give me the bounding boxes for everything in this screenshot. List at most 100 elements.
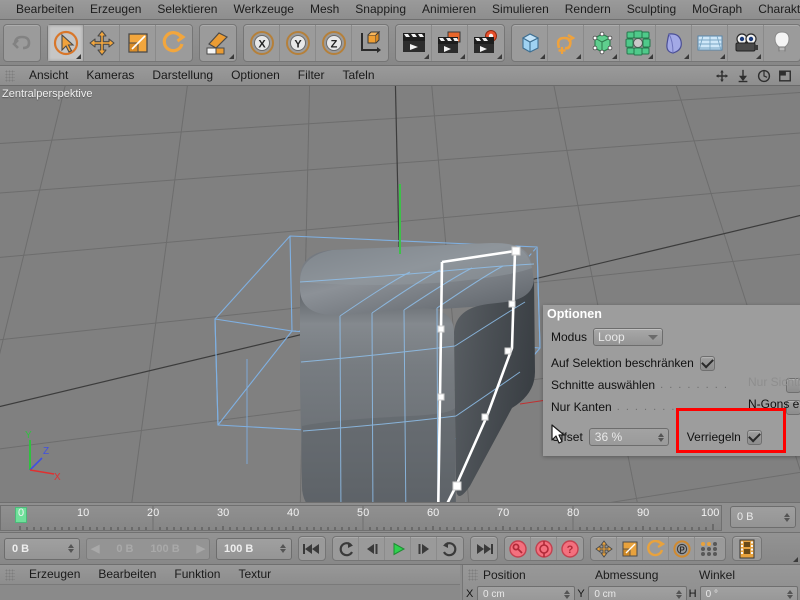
- end-frame-field[interactable]: 100 B: [216, 537, 292, 560]
- autokey-icon[interactable]: [531, 537, 557, 560]
- maximize-viewport-icon[interactable]: [778, 69, 792, 83]
- material-menu-grip-icon[interactable]: [5, 568, 15, 581]
- coord-input-size-y[interactable]: 0 cm: [588, 586, 687, 600]
- verriegeln-checkbox[interactable]: [746, 429, 762, 445]
- preview-range-field[interactable]: ◀ 0 B 100 B ▶: [86, 537, 210, 560]
- material-menu-bearbeiten[interactable]: Bearbeiten: [89, 565, 165, 584]
- step-back-icon[interactable]: [359, 537, 385, 560]
- material-menu-textur[interactable]: Textur: [229, 565, 280, 584]
- axis-z-lock-icon[interactable]: Z: [316, 24, 352, 61]
- pan-icon[interactable]: [715, 69, 729, 83]
- timeline-ruler[interactable]: 0 10 20 30 40 50 60 70 80 90 100: [0, 505, 722, 531]
- timeline-ruler-bar: 0 10 20 30 40 50 60 70 80 90 100: [0, 502, 800, 532]
- timeline-ticks: [19, 506, 714, 530]
- spline-icon[interactable]: [548, 24, 584, 61]
- go-to-end-icon[interactable]: [471, 537, 497, 560]
- timeline-current-frame-field[interactable]: 0 B: [730, 506, 796, 528]
- world-object-axis-icon[interactable]: [352, 25, 388, 61]
- viewport-menu-tafeln[interactable]: Tafeln: [333, 66, 383, 85]
- coord-stepper-angle-h[interactable]: [786, 589, 795, 599]
- toolbar-group-undo: [3, 23, 41, 62]
- viewport-menu-ansicht[interactable]: Ansicht: [20, 66, 77, 85]
- previous-key-icon[interactable]: [333, 537, 359, 560]
- modus-label: Modus: [551, 330, 588, 344]
- material-menu-funktion[interactable]: Funktion: [165, 565, 229, 584]
- coord-label-y: Y: [577, 588, 585, 600]
- range-start-value: 0 B: [116, 542, 134, 555]
- end-frame-stepper[interactable]: [280, 544, 288, 553]
- key-rotation-icon[interactable]: [643, 537, 669, 560]
- menu-item-sculpting[interactable]: Sculpting: [619, 0, 684, 19]
- offset-input[interactable]: 36 %: [588, 428, 669, 446]
- axis-x-lock-icon[interactable]: X: [244, 24, 280, 61]
- floor-environment-icon[interactable]: [692, 24, 728, 61]
- play-icon[interactable]: [385, 537, 411, 560]
- next-key-icon[interactable]: [437, 537, 463, 560]
- menu-item-selektieren[interactable]: Selektieren: [149, 0, 225, 19]
- key-position-icon[interactable]: [591, 537, 617, 560]
- range-left-arrow-icon[interactable]: ◀: [91, 542, 99, 555]
- rotate-icon[interactable]: [156, 25, 192, 61]
- menu-item-mograph[interactable]: MoGraph: [684, 0, 750, 19]
- auf-selektion-checkbox[interactable]: [699, 355, 715, 371]
- render-settings-icon[interactable]: [468, 25, 504, 61]
- array-icon[interactable]: [620, 24, 656, 61]
- svg-text:Z: Z: [330, 38, 337, 50]
- coordinates-grip-icon[interactable]: [468, 569, 478, 581]
- viewport-menu-darstellung[interactable]: Darstellung: [143, 66, 222, 85]
- material-manager-area[interactable]: [0, 585, 460, 600]
- coord-input-angle-h[interactable]: 0 °: [699, 586, 798, 600]
- keyframe-help-icon[interactable]: ?: [557, 537, 583, 560]
- nurbs-icon[interactable]: [584, 24, 620, 61]
- dolly-icon[interactable]: [736, 69, 750, 83]
- modus-dropdown[interactable]: Loop: [593, 328, 664, 346]
- key-dots-icon[interactable]: [695, 537, 725, 560]
- deformer-icon[interactable]: [656, 24, 692, 61]
- light-icon[interactable]: [764, 25, 800, 61]
- coord-stepper-size-y[interactable]: [675, 589, 684, 599]
- menu-item-charakter[interactable]: Charakter: [750, 0, 800, 19]
- render-view-icon[interactable]: [396, 24, 432, 61]
- workplane-icon[interactable]: [200, 25, 236, 61]
- menu-item-erzeugen[interactable]: Erzeugen: [82, 0, 149, 19]
- material-menu-erzeugen[interactable]: Erzeugen: [20, 565, 89, 584]
- viewport-menu-kameras[interactable]: Kameras: [77, 66, 143, 85]
- menu-item-werkzeuge[interactable]: Werkzeuge: [225, 0, 301, 19]
- axis-y-lock-icon[interactable]: Y: [280, 24, 316, 61]
- menu-item-snapping[interactable]: Snapping: [347, 0, 414, 19]
- select-cursor-icon[interactable]: [48, 24, 84, 61]
- timeline-frame-stepper[interactable]: [784, 512, 792, 522]
- key-scale-icon[interactable]: [617, 537, 643, 560]
- coord-header-winkel: Winkel: [699, 568, 736, 582]
- undo-icon[interactable]: [4, 25, 40, 61]
- menu-item-rendern[interactable]: Rendern: [557, 0, 619, 19]
- cube-primitive-icon[interactable]: [512, 24, 548, 61]
- viewport-menu-optionen[interactable]: Optionen: [222, 66, 289, 85]
- menu-item-simulieren[interactable]: Simulieren: [484, 0, 557, 19]
- viewport-menu-grip-icon[interactable]: [5, 69, 15, 82]
- step-forward-icon[interactable]: [411, 537, 437, 560]
- key-parametric-icon[interactable]: P: [669, 537, 695, 560]
- camera-icon[interactable]: [728, 24, 764, 61]
- go-to-start-icon[interactable]: [299, 537, 325, 560]
- current-frame-field[interactable]: 0 B: [4, 537, 80, 560]
- coord-stepper-position-x[interactable]: [564, 589, 572, 599]
- scale-icon[interactable]: [120, 24, 156, 61]
- coord-label-x: X: [466, 588, 474, 600]
- transport-group-playback: [332, 536, 464, 561]
- render-region-icon[interactable]: [432, 24, 468, 61]
- current-frame-stepper[interactable]: [68, 544, 76, 553]
- coord-input-position-x[interactable]: 0 cm: [477, 586, 576, 600]
- menu-item-animieren[interactable]: Animieren: [414, 0, 484, 19]
- timeline-filmstrip-icon[interactable]: [733, 537, 761, 560]
- offset-stepper[interactable]: [657, 432, 666, 442]
- record-key-icon[interactable]: [505, 537, 531, 560]
- transport-group-end: [470, 536, 498, 561]
- move-icon[interactable]: [84, 24, 120, 61]
- viewport-menu-filter[interactable]: Filter: [289, 66, 334, 85]
- range-right-arrow-icon[interactable]: ▶: [197, 542, 205, 555]
- menu-item-bearbeiten[interactable]: Bearbeiten: [8, 0, 82, 19]
- axis-label-y: Y: [25, 430, 32, 441]
- orbit-icon[interactable]: [757, 69, 771, 83]
- menu-item-mesh[interactable]: Mesh: [302, 0, 347, 19]
